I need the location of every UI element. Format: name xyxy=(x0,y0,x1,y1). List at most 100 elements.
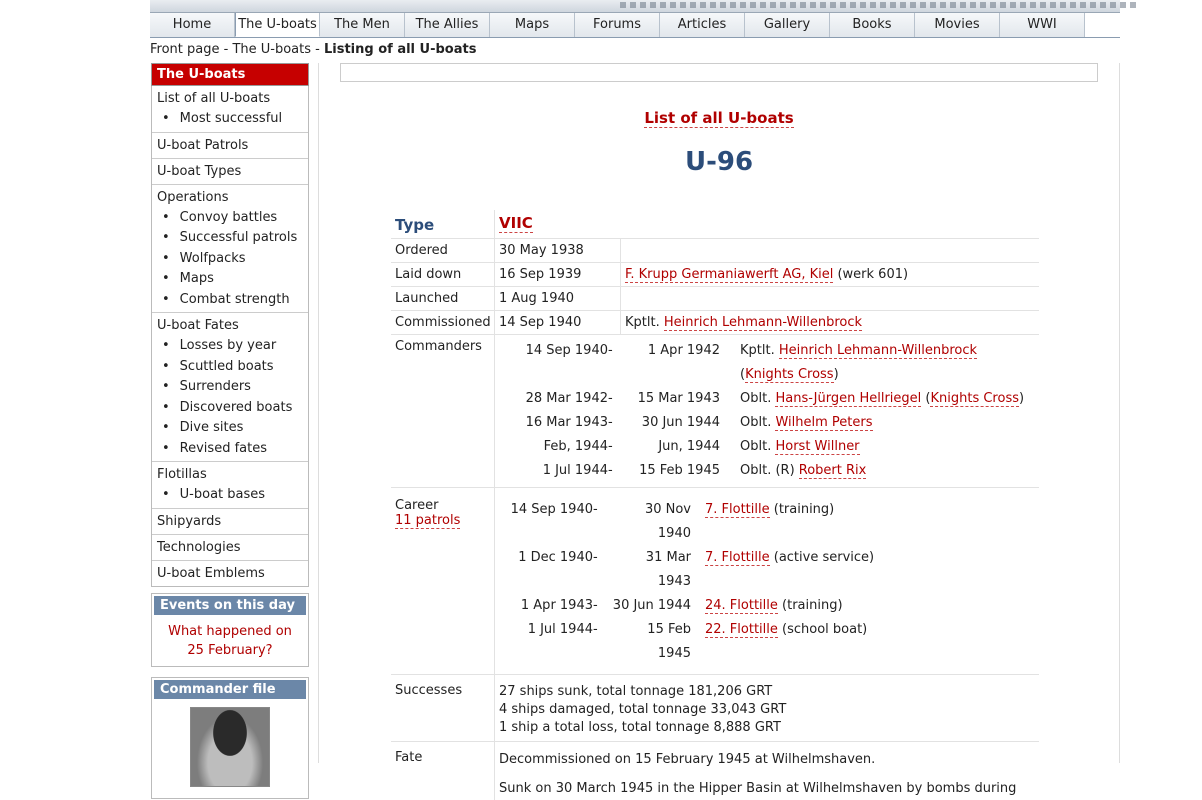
comm-commander-link[interactable]: Heinrich Lehmann-Willenbrock xyxy=(663,315,863,331)
commander-rank: Oblt. xyxy=(740,415,776,430)
sidebar-item-operations[interactable]: Operations xyxy=(157,188,303,208)
nav-tab-articles[interactable]: Articles xyxy=(660,13,745,37)
nav-tab-forums[interactable]: Forums xyxy=(575,13,660,37)
commander-box: Commander file xyxy=(151,676,309,799)
date-separator: - xyxy=(608,439,613,454)
sidebar-subitem-scuttled-boats[interactable]: Scuttled boats xyxy=(157,357,303,378)
successes-label: Successes xyxy=(391,675,495,741)
ordered-label: Ordered xyxy=(391,239,495,262)
flotilla-link[interactable]: 7. Flottille xyxy=(705,550,770,566)
breadcrumb: Front page - The U-boats - Listing of al… xyxy=(150,42,476,57)
events-title: Events on this day xyxy=(154,595,306,615)
career-from: 1 Apr 1943 xyxy=(520,598,593,613)
flotilla-link[interactable]: 7. Flottille xyxy=(705,502,770,518)
sidebar-item-shipyards[interactable]: Shipyards xyxy=(157,512,303,532)
sidebar-subitem-revised-fates[interactable]: Revised fates xyxy=(157,439,303,460)
header-banner xyxy=(150,0,1140,13)
sidebar-item-u-boat-fates[interactable]: U-boat Fates xyxy=(157,316,303,336)
career-list: 14 Sep 1940 - 30 Nov 1940 7. Flottille (t… xyxy=(495,488,1039,674)
sidebar-item-u-boat-emblems[interactable]: U-boat Emblems xyxy=(157,564,303,584)
nav-tab-maps[interactable]: Maps xyxy=(490,13,575,37)
commander-link[interactable]: Hans-Jürgen Hellriegel xyxy=(775,391,922,407)
commander-to: 1 Apr 1942 xyxy=(647,343,720,358)
award-link[interactable]: Knights Cross xyxy=(930,391,1019,407)
career-note: (training) xyxy=(769,502,835,517)
sidebar-group: U-boat Patrols xyxy=(152,133,308,159)
sidebar-item-list-of-all-u-boats[interactable]: List of all U-boats xyxy=(157,89,303,109)
commander-from: Feb, 1944 xyxy=(543,439,608,454)
type-link[interactable]: VIIC xyxy=(499,214,533,233)
sidebar-subitem-most-successful[interactable]: Most successful xyxy=(157,109,303,130)
shipyard-link[interactable]: F. Krupp Germaniawerft AG, Kiel xyxy=(625,267,834,283)
sidebar-item-u-boat-types[interactable]: U-boat Types xyxy=(157,162,303,182)
sidebar-item-flotillas[interactable]: Flotillas xyxy=(157,465,303,485)
sidebar-subitem-combat-strength[interactable]: Combat strength xyxy=(157,290,303,311)
sidebar-subitem-discovered-boats[interactable]: Discovered boats xyxy=(157,398,303,419)
commander-to: 15 Mar 1943 xyxy=(637,391,720,406)
commander-link[interactable]: Wilhelm Peters xyxy=(775,415,873,431)
commander-from: 16 Mar 1943 xyxy=(525,415,608,430)
ordered-extra xyxy=(621,239,1039,262)
events-link[interactable]: What happened on 25 February? xyxy=(152,617,308,666)
commander-entry: Kptlt. Heinrich Lehmann-Willenbrock (Kni… xyxy=(720,339,1031,387)
breadcrumb-uboats[interactable]: The U-boats xyxy=(232,42,311,57)
career-to: 30 Jun 1944 xyxy=(612,598,691,613)
launched-value: 1 Aug 1940 xyxy=(495,287,621,310)
sidebar-subitem-surrenders[interactable]: Surrenders xyxy=(157,377,303,398)
sidebar-subitem-wolfpacks[interactable]: Wolfpacks xyxy=(157,249,303,270)
sidebar-subitem-u-boat-bases[interactable]: U-boat bases xyxy=(157,485,303,506)
sidebar-subitem-dive-sites[interactable]: Dive sites xyxy=(157,418,303,439)
commander-rank: Oblt. xyxy=(740,439,776,454)
sidebar-subitem-convoy-battles[interactable]: Convoy battles xyxy=(157,208,303,229)
sidebar-subitem-maps[interactable]: Maps xyxy=(157,269,303,290)
award-link[interactable]: Knights Cross xyxy=(745,367,834,383)
commander-link[interactable]: Heinrich Lehmann-Willenbrock xyxy=(778,343,978,359)
commander-entry: Oblt. Horst Willner xyxy=(720,435,1031,459)
career-flotilla: 7. Flottille (active service) xyxy=(691,546,1031,594)
sidebar-subitem-successful-patrols[interactable]: Successful patrols xyxy=(157,228,303,249)
date-separator: - xyxy=(593,622,598,637)
commander-from: 14 Sep 1940 xyxy=(525,343,608,358)
breadcrumb-separator: - xyxy=(219,42,233,57)
nav-tab-movies[interactable]: Movies xyxy=(915,13,1000,37)
commander-photo[interactable] xyxy=(190,706,270,787)
comm-value: 14 Sep 1940 xyxy=(495,311,621,334)
breadcrumb-front-page[interactable]: Front page xyxy=(150,42,219,57)
nav-tab-books[interactable]: Books xyxy=(830,13,915,37)
nav-tab-the-u-boats[interactable]: The U-boats xyxy=(235,13,320,37)
paren-close: ) xyxy=(1019,391,1025,406)
nav-tab-home[interactable]: Home xyxy=(150,13,235,37)
success-line: 1 ship a total loss, total tonnage 8,888… xyxy=(499,720,781,735)
date-separator: - xyxy=(608,343,613,358)
date-separator: - xyxy=(593,550,598,565)
commander-entry: Oblt. (R) Robert Rix xyxy=(720,459,1031,483)
career-flotilla: 7. Flottille (training) xyxy=(691,498,1031,546)
nav-tab-the-allies[interactable]: The Allies xyxy=(405,13,490,37)
patrols-link[interactable]: 11 patrols xyxy=(395,513,461,529)
success-line: 27 ships sunk, total tonnage 181,206 GRT xyxy=(499,684,773,699)
successes-list: 27 ships sunk, total tonnage 181,206 GRT… xyxy=(495,675,1039,741)
commander-link[interactable]: Robert Rix xyxy=(798,463,867,479)
row-commanders: Commanders 14 Sep 1940 -1 Apr 1942 Kptlt.… xyxy=(391,335,1039,488)
commander-to: Jun, 1944 xyxy=(658,439,720,454)
sidebar-group: U-boat FatesLosses by yearScuttled boats… xyxy=(152,313,308,462)
events-box: Events on this day What happened on 25 F… xyxy=(151,592,309,667)
flotilla-link[interactable]: 22. Flottille xyxy=(705,622,778,638)
nav-tab-wwi[interactable]: WWI xyxy=(1000,13,1085,37)
sidebar-subitem-losses-by-year[interactable]: Losses by year xyxy=(157,336,303,357)
list-all-uboats-link[interactable]: List of all U-boats xyxy=(644,109,794,128)
sidebar-item-u-boat-patrols[interactable]: U-boat Patrols xyxy=(157,136,303,156)
nav-tab-gallery[interactable]: Gallery xyxy=(745,13,830,37)
main-content: List of all U-boats U-96 Type VIIC Order… xyxy=(318,63,1120,800)
flotilla-link[interactable]: 24. Flottille xyxy=(705,598,778,614)
sidebar: The U-boats List of all U-boatsMost succ… xyxy=(151,63,309,799)
nav-tab-the-men[interactable]: The Men xyxy=(320,13,405,37)
career-from: 14 Sep 1940 xyxy=(510,502,593,517)
career-note: (school boat) xyxy=(777,622,868,637)
commander-to: 15 Feb 1945 xyxy=(639,463,720,478)
date-separator: - xyxy=(593,598,598,613)
sidebar-item-technologies[interactable]: Technologies xyxy=(157,538,303,558)
paren-close: ) xyxy=(833,367,839,382)
career-from: 1 Dec 1940 xyxy=(518,550,593,565)
commander-link[interactable]: Horst Willner xyxy=(775,439,860,455)
